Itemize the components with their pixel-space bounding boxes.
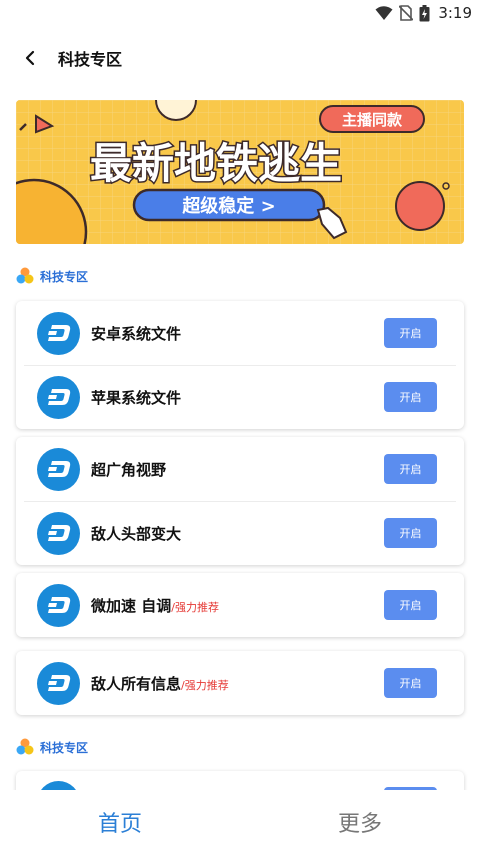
enable-button[interactable]: 开启 xyxy=(384,590,437,620)
promo-banner[interactable]: 主播同款 最新地铁逃生 超级稳定 > xyxy=(16,100,464,244)
wifi-icon xyxy=(375,6,393,20)
enable-button[interactable]: 开启 xyxy=(384,668,437,698)
section-title: 科技专区 xyxy=(16,737,88,757)
dash-logo-icon xyxy=(37,447,80,491)
feature-card: 超广角视野 开启 敌人头部变大 开启 xyxy=(16,437,464,565)
back-arrow-icon xyxy=(25,50,35,66)
banner-badge: 主播同款 xyxy=(319,105,425,133)
back-button[interactable] xyxy=(16,44,44,72)
banner-headline: 最新地铁逃生 xyxy=(90,139,342,188)
list-item: 敌人所有信息/强力推荐 开启 xyxy=(16,651,464,715)
section-title: 科技专区 xyxy=(16,266,88,286)
dash-logo-icon xyxy=(37,311,80,355)
dash-logo-icon xyxy=(37,661,80,705)
item-name: 微加速 自调/强力推荐 xyxy=(91,596,219,615)
svg-text:主播同款: 主播同款 xyxy=(342,111,403,129)
item-name: 安卓系统文件 xyxy=(91,324,182,343)
status-bar: 3:19 xyxy=(0,0,480,28)
banner-artwork: 主播同款 最新地铁逃生 超级稳定 > xyxy=(16,100,464,244)
item-name: 敌人头部变大 xyxy=(91,524,182,543)
status-time: 3:19 xyxy=(438,4,472,22)
colorful-circles-icon xyxy=(16,738,34,755)
nav-home[interactable]: 首页 xyxy=(0,790,240,853)
recommend-tag: /强力推荐 xyxy=(181,678,229,692)
item-name: 敌人所有信息/强力推荐 xyxy=(91,674,229,693)
enable-button[interactable]: 开启 xyxy=(384,382,437,412)
svg-text:超级稳定 >: 超级稳定 > xyxy=(182,195,275,217)
no-sim-icon xyxy=(399,5,414,21)
list-item: 超广角视野 开启 xyxy=(16,437,464,501)
enable-button[interactable]: 开启 xyxy=(384,454,437,484)
feature-card: 敌人所有信息/强力推荐 开启 xyxy=(16,651,464,715)
item-name: 超广角视野 xyxy=(91,460,167,479)
feature-card: 微加速 自调/强力推荐 开启 xyxy=(16,573,464,637)
list-item: 敌人头部变大 开启 xyxy=(16,501,464,565)
dash-logo-icon xyxy=(37,375,80,419)
recommend-tag: /强力推荐 xyxy=(171,600,219,614)
bottom-nav: 首页 更多 xyxy=(0,790,480,853)
enable-button[interactable]: 开启 xyxy=(384,518,437,548)
app-bar: 科技专区 xyxy=(0,36,480,80)
colorful-circles-icon xyxy=(16,267,34,284)
battery-charging-icon xyxy=(419,4,430,21)
page-title: 科技专区 xyxy=(58,50,123,69)
list-item: 微加速 自调/强力推荐 开启 xyxy=(16,573,464,637)
feature-card: 安卓系统文件 开启 苹果系统文件 开启 xyxy=(16,301,464,429)
nav-more[interactable]: 更多 xyxy=(240,790,480,853)
banner-cta: 超级稳定 > xyxy=(132,188,326,222)
enable-button[interactable]: 开启 xyxy=(384,318,437,348)
dash-logo-icon xyxy=(37,511,80,555)
dash-logo-icon xyxy=(37,583,80,627)
list-item: 安卓系统文件 开启 xyxy=(16,301,464,365)
item-name: 苹果系统文件 xyxy=(91,388,182,407)
list-item: 苹果系统文件 开启 xyxy=(16,365,464,429)
